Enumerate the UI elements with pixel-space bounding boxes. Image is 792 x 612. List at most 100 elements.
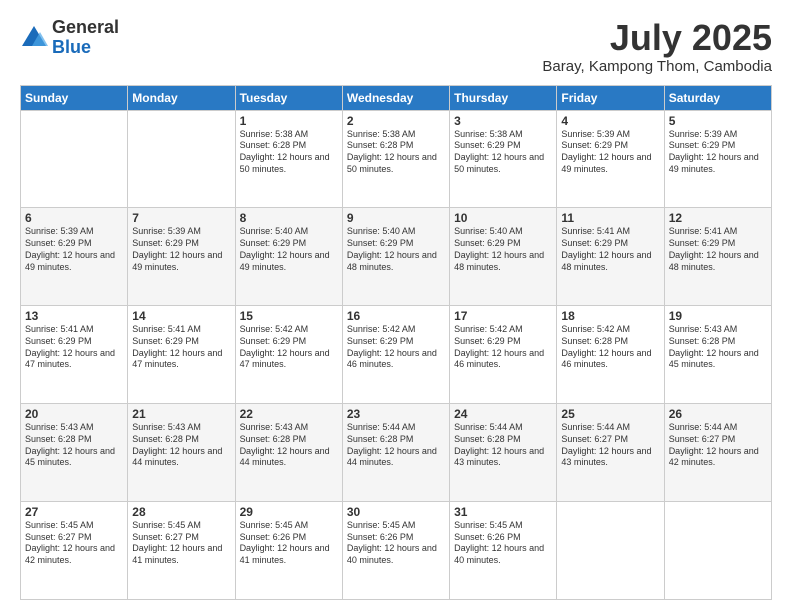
day-info: Sunrise: 5:40 AM Sunset: 6:29 PM Dayligh… bbox=[240, 226, 338, 273]
day-number: 5 bbox=[669, 114, 767, 128]
month-title: July 2025 bbox=[542, 18, 772, 58]
day-info: Sunrise: 5:38 AM Sunset: 6:28 PM Dayligh… bbox=[240, 129, 338, 176]
day-number: 26 bbox=[669, 407, 767, 421]
week-row-3: 13Sunrise: 5:41 AM Sunset: 6:29 PM Dayli… bbox=[21, 306, 772, 404]
day-info: Sunrise: 5:43 AM Sunset: 6:28 PM Dayligh… bbox=[240, 422, 338, 469]
day-info: Sunrise: 5:43 AM Sunset: 6:28 PM Dayligh… bbox=[132, 422, 230, 469]
day-number: 31 bbox=[454, 505, 552, 519]
calendar-header: SundayMondayTuesdayWednesdayThursdayFrid… bbox=[21, 85, 772, 110]
calendar-cell: 9Sunrise: 5:40 AM Sunset: 6:29 PM Daylig… bbox=[342, 208, 449, 306]
title-block: July 2025 Baray, Kampong Thom, Cambodia bbox=[542, 18, 772, 75]
calendar-cell: 28Sunrise: 5:45 AM Sunset: 6:27 PM Dayli… bbox=[128, 502, 235, 600]
logo-blue: Blue bbox=[52, 38, 119, 58]
calendar-cell: 11Sunrise: 5:41 AM Sunset: 6:29 PM Dayli… bbox=[557, 208, 664, 306]
calendar-cell bbox=[128, 110, 235, 208]
day-info: Sunrise: 5:45 AM Sunset: 6:26 PM Dayligh… bbox=[454, 520, 552, 567]
day-number: 1 bbox=[240, 114, 338, 128]
day-number: 20 bbox=[25, 407, 123, 421]
calendar-cell: 12Sunrise: 5:41 AM Sunset: 6:29 PM Dayli… bbox=[664, 208, 771, 306]
day-number: 25 bbox=[561, 407, 659, 421]
day-number: 21 bbox=[132, 407, 230, 421]
day-info: Sunrise: 5:42 AM Sunset: 6:29 PM Dayligh… bbox=[347, 324, 445, 371]
day-info: Sunrise: 5:38 AM Sunset: 6:29 PM Dayligh… bbox=[454, 129, 552, 176]
day-info: Sunrise: 5:44 AM Sunset: 6:27 PM Dayligh… bbox=[669, 422, 767, 469]
day-info: Sunrise: 5:39 AM Sunset: 6:29 PM Dayligh… bbox=[132, 226, 230, 273]
calendar-cell: 17Sunrise: 5:42 AM Sunset: 6:29 PM Dayli… bbox=[450, 306, 557, 404]
day-number: 19 bbox=[669, 309, 767, 323]
day-number: 17 bbox=[454, 309, 552, 323]
day-info: Sunrise: 5:45 AM Sunset: 6:27 PM Dayligh… bbox=[132, 520, 230, 567]
day-info: Sunrise: 5:40 AM Sunset: 6:29 PM Dayligh… bbox=[347, 226, 445, 273]
header-day-wednesday: Wednesday bbox=[342, 85, 449, 110]
day-info: Sunrise: 5:41 AM Sunset: 6:29 PM Dayligh… bbox=[25, 324, 123, 371]
logo-icon bbox=[20, 24, 48, 52]
logo-text: General Blue bbox=[52, 18, 119, 58]
calendar-cell: 6Sunrise: 5:39 AM Sunset: 6:29 PM Daylig… bbox=[21, 208, 128, 306]
day-info: Sunrise: 5:43 AM Sunset: 6:28 PM Dayligh… bbox=[25, 422, 123, 469]
day-info: Sunrise: 5:39 AM Sunset: 6:29 PM Dayligh… bbox=[561, 129, 659, 176]
header-row: SundayMondayTuesdayWednesdayThursdayFrid… bbox=[21, 85, 772, 110]
header-day-monday: Monday bbox=[128, 85, 235, 110]
calendar-cell bbox=[557, 502, 664, 600]
calendar-cell: 4Sunrise: 5:39 AM Sunset: 6:29 PM Daylig… bbox=[557, 110, 664, 208]
calendar-body: 1Sunrise: 5:38 AM Sunset: 6:28 PM Daylig… bbox=[21, 110, 772, 599]
header-day-thursday: Thursday bbox=[450, 85, 557, 110]
day-number: 11 bbox=[561, 211, 659, 225]
day-number: 6 bbox=[25, 211, 123, 225]
header-day-saturday: Saturday bbox=[664, 85, 771, 110]
day-number: 15 bbox=[240, 309, 338, 323]
calendar-cell: 1Sunrise: 5:38 AM Sunset: 6:28 PM Daylig… bbox=[235, 110, 342, 208]
day-number: 12 bbox=[669, 211, 767, 225]
logo-general: General bbox=[52, 18, 119, 38]
calendar-cell: 5Sunrise: 5:39 AM Sunset: 6:29 PM Daylig… bbox=[664, 110, 771, 208]
day-number: 18 bbox=[561, 309, 659, 323]
calendar-cell: 27Sunrise: 5:45 AM Sunset: 6:27 PM Dayli… bbox=[21, 502, 128, 600]
day-number: 8 bbox=[240, 211, 338, 225]
day-number: 30 bbox=[347, 505, 445, 519]
day-number: 29 bbox=[240, 505, 338, 519]
calendar-cell: 15Sunrise: 5:42 AM Sunset: 6:29 PM Dayli… bbox=[235, 306, 342, 404]
header-day-sunday: Sunday bbox=[21, 85, 128, 110]
day-info: Sunrise: 5:45 AM Sunset: 6:26 PM Dayligh… bbox=[240, 520, 338, 567]
day-number: 13 bbox=[25, 309, 123, 323]
day-info: Sunrise: 5:43 AM Sunset: 6:28 PM Dayligh… bbox=[669, 324, 767, 371]
header-day-tuesday: Tuesday bbox=[235, 85, 342, 110]
location-title: Baray, Kampong Thom, Cambodia bbox=[542, 58, 772, 75]
calendar-cell: 13Sunrise: 5:41 AM Sunset: 6:29 PM Dayli… bbox=[21, 306, 128, 404]
calendar-cell: 23Sunrise: 5:44 AM Sunset: 6:28 PM Dayli… bbox=[342, 404, 449, 502]
day-info: Sunrise: 5:42 AM Sunset: 6:29 PM Dayligh… bbox=[240, 324, 338, 371]
day-info: Sunrise: 5:44 AM Sunset: 6:28 PM Dayligh… bbox=[347, 422, 445, 469]
calendar-table: SundayMondayTuesdayWednesdayThursdayFrid… bbox=[20, 85, 772, 600]
header-day-friday: Friday bbox=[557, 85, 664, 110]
day-number: 2 bbox=[347, 114, 445, 128]
calendar-cell: 31Sunrise: 5:45 AM Sunset: 6:26 PM Dayli… bbox=[450, 502, 557, 600]
day-number: 3 bbox=[454, 114, 552, 128]
calendar-cell: 14Sunrise: 5:41 AM Sunset: 6:29 PM Dayli… bbox=[128, 306, 235, 404]
day-number: 9 bbox=[347, 211, 445, 225]
calendar-cell: 2Sunrise: 5:38 AM Sunset: 6:28 PM Daylig… bbox=[342, 110, 449, 208]
calendar-cell bbox=[664, 502, 771, 600]
page: General Blue July 2025 Baray, Kampong Th… bbox=[0, 0, 792, 612]
week-row-5: 27 Sunrise: 5:45 AM Sunset: 6:27 PM Dayli… bbox=[21, 502, 772, 600]
week-row-2: 6Sunrise: 5:39 AM Sunset: 6:29 PM Daylig… bbox=[21, 208, 772, 306]
day-info: Sunrise: 5:44 AM Sunset: 6:27 PM Dayligh… bbox=[561, 422, 659, 469]
day-info: Sunrise: 5:42 AM Sunset: 6:29 PM Dayligh… bbox=[454, 324, 552, 371]
calendar-cell: 20Sunrise: 5:43 AM Sunset: 6:28 PM Dayli… bbox=[21, 404, 128, 502]
week-row-1: 1Sunrise: 5:38 AM Sunset: 6:28 PM Daylig… bbox=[21, 110, 772, 208]
day-number: 14 bbox=[132, 309, 230, 323]
day-info: Sunrise: 5:45 AM Sunset: 6:26 PM Dayligh… bbox=[347, 520, 445, 567]
day-info: Sunrise: 5:39 AM Sunset: 6:29 PM Dayligh… bbox=[25, 226, 123, 273]
calendar-cell: 19Sunrise: 5:43 AM Sunset: 6:28 PM Dayli… bbox=[664, 306, 771, 404]
day-info: Sunrise: 5:38 AM Sunset: 6:28 PM Dayligh… bbox=[347, 129, 445, 176]
day-number: 27 bbox=[25, 505, 123, 519]
day-info: Sunrise: 5:41 AM Sunset: 6:29 PM Dayligh… bbox=[132, 324, 230, 371]
calendar-cell: 25Sunrise: 5:44 AM Sunset: 6:27 PM Dayli… bbox=[557, 404, 664, 502]
day-number: 23 bbox=[347, 407, 445, 421]
week-row-4: 20Sunrise: 5:43 AM Sunset: 6:28 PM Dayli… bbox=[21, 404, 772, 502]
calendar-cell: 26Sunrise: 5:44 AM Sunset: 6:27 PM Dayli… bbox=[664, 404, 771, 502]
calendar-cell: 3Sunrise: 5:38 AM Sunset: 6:29 PM Daylig… bbox=[450, 110, 557, 208]
calendar-cell: 30Sunrise: 5:45 AM Sunset: 6:26 PM Dayli… bbox=[342, 502, 449, 600]
day-number: 16 bbox=[347, 309, 445, 323]
calendar-cell: 24Sunrise: 5:44 AM Sunset: 6:28 PM Dayli… bbox=[450, 404, 557, 502]
calendar-cell: 18Sunrise: 5:42 AM Sunset: 6:28 PM Dayli… bbox=[557, 306, 664, 404]
